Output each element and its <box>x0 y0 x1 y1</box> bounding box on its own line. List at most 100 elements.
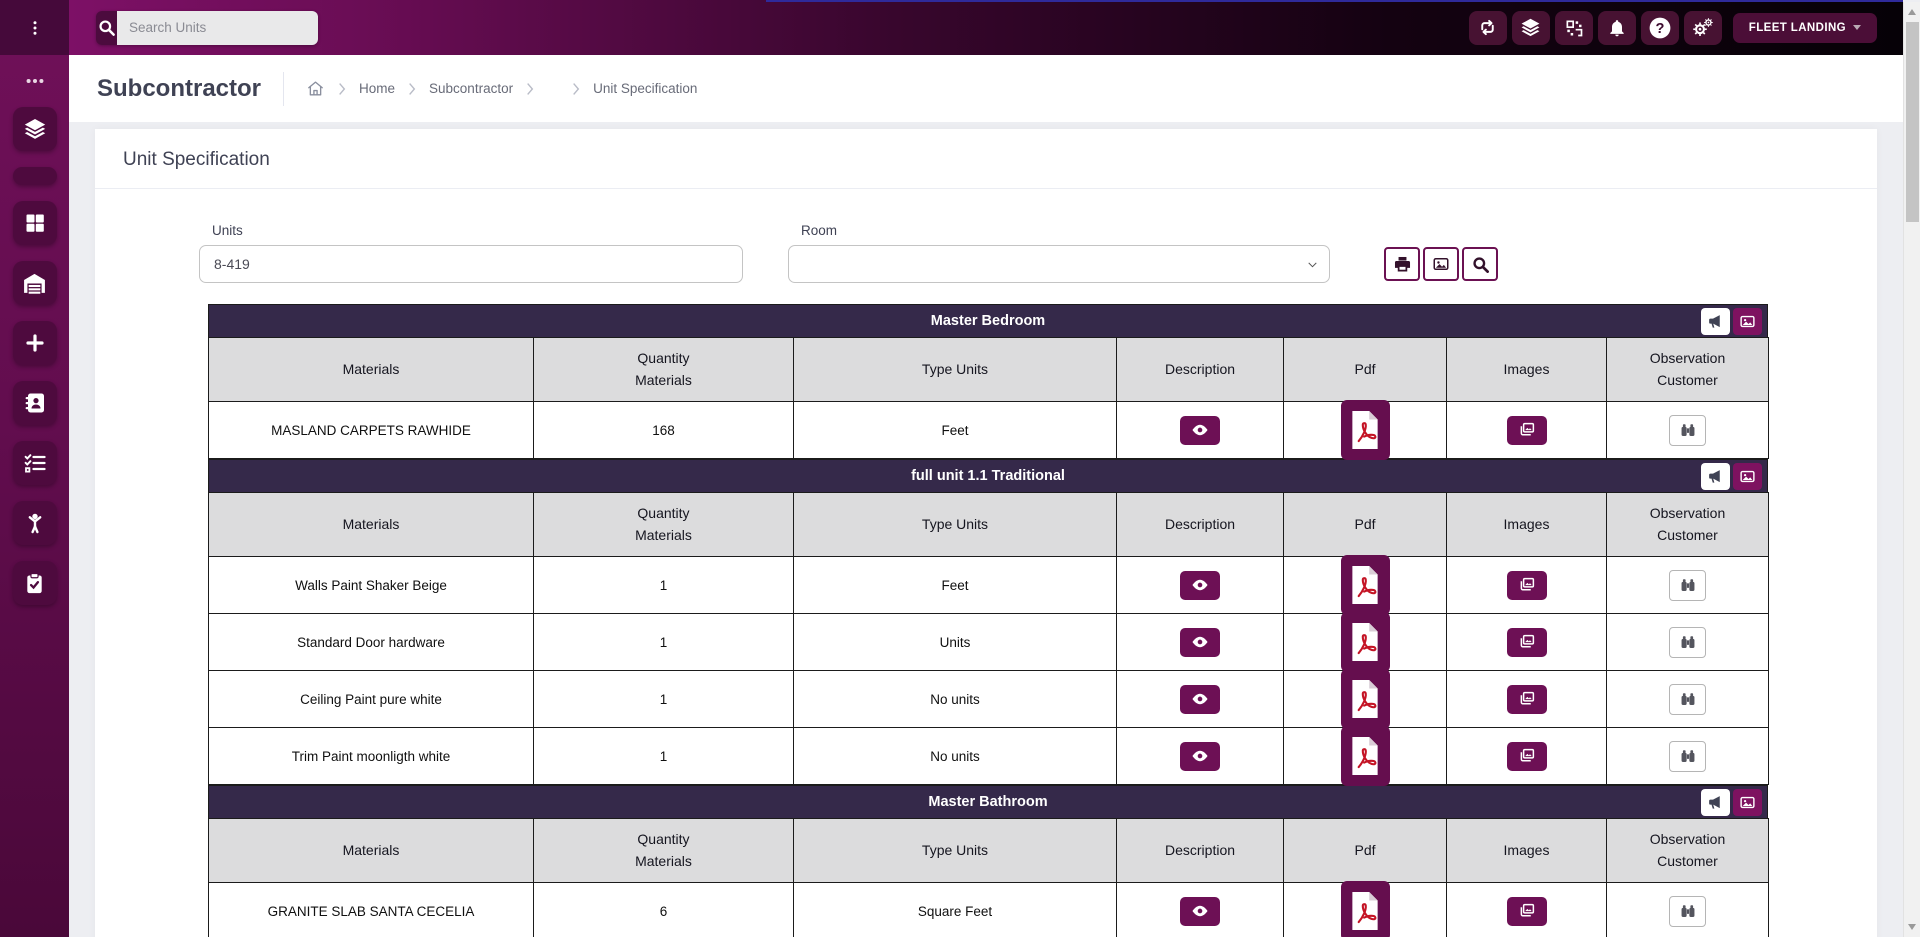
description-button[interactable] <box>1180 416 1220 445</box>
announce-button[interactable] <box>1701 789 1730 816</box>
images-button[interactable] <box>1507 742 1547 771</box>
col-pdf: Pdf <box>1284 493 1447 557</box>
sidebar-item-add[interactable] <box>13 321 57 365</box>
table-header-row: Materials Quantity Materials Type Units … <box>209 338 1769 402</box>
col-type-units: Type Units <box>794 338 1117 402</box>
scrollbar-thumb[interactable] <box>1906 22 1919 222</box>
observation-button[interactable] <box>1669 741 1706 772</box>
notifications-button[interactable] <box>1598 11 1636 45</box>
search-filter-button[interactable] <box>1462 247 1498 281</box>
sidebar-item-checklist[interactable] <box>13 441 57 485</box>
pdf-button[interactable] <box>1341 881 1390 937</box>
col-pdf: Pdf <box>1284 819 1447 883</box>
scrollbar-down-arrow[interactable] <box>1908 924 1916 930</box>
section-images-button[interactable] <box>1733 789 1762 816</box>
description-button[interactable] <box>1180 571 1220 600</box>
sidebar-item-tasks[interactable] <box>13 561 57 605</box>
cell-quantity: 1 <box>534 671 794 728</box>
cell-description <box>1117 728 1284 785</box>
description-button[interactable] <box>1180 628 1220 657</box>
images-button[interactable] <box>1507 685 1547 714</box>
images-button[interactable] <box>1507 897 1547 926</box>
settings-button[interactable] <box>1684 11 1722 45</box>
cell-description <box>1117 883 1284 937</box>
cell-images <box>1447 402 1607 459</box>
observation-button[interactable] <box>1669 684 1706 715</box>
help-button[interactable]: ? <box>1641 11 1679 45</box>
announce-button[interactable] <box>1701 308 1730 335</box>
cell-materials: Standard Door hardware <box>209 614 534 671</box>
unit-specification-card: Unit Specification Units Room <box>95 129 1877 937</box>
pdf-button[interactable] <box>1341 612 1390 672</box>
pdf-button[interactable] <box>1341 555 1390 615</box>
apps-grid-button[interactable] <box>1555 11 1593 45</box>
pdf-button[interactable] <box>1341 726 1390 786</box>
sidebar-item-customer[interactable] <box>13 501 57 545</box>
pdf-button[interactable] <box>1341 400 1390 460</box>
images-view-button[interactable] <box>1423 247 1459 281</box>
breadcrumb-chevron-icon <box>407 82 417 96</box>
sidebar-more-button[interactable] <box>24 69 46 93</box>
binoculars-icon <box>1679 633 1697 651</box>
eye-icon <box>1191 690 1209 708</box>
room-select[interactable] <box>788 245 1330 283</box>
room-section-title: full unit 1.1 Traditional <box>911 468 1065 484</box>
print-button[interactable] <box>1384 247 1420 281</box>
account-menu-button[interactable]: FLEET LANDING <box>1733 13 1877 43</box>
breadcrumb-subcontractor[interactable]: Subcontractor <box>429 81 513 96</box>
col-quantity-materials: Quantity Materials <box>534 338 794 402</box>
room-section-actions <box>1701 463 1762 490</box>
checklist-icon <box>23 451 47 475</box>
sidebar-item-collapsed[interactable] <box>13 167 57 185</box>
section-images-button[interactable] <box>1733 308 1762 335</box>
images-button[interactable] <box>1507 416 1547 445</box>
search-input[interactable] <box>117 11 318 45</box>
col-observation-customer: Observation Customer <box>1607 493 1769 557</box>
description-button[interactable] <box>1180 742 1220 771</box>
eye-icon <box>1191 902 1209 920</box>
sidebar-item-layers[interactable] <box>13 107 57 151</box>
image-icon <box>1739 468 1756 485</box>
home-icon[interactable] <box>306 79 325 98</box>
search-submit-button[interactable] <box>96 11 117 45</box>
room-section-header: Master Bathroom <box>208 785 1768 818</box>
binoculars-icon <box>1679 576 1697 594</box>
sidebar-item-contacts[interactable] <box>13 381 57 425</box>
observation-button[interactable] <box>1669 415 1706 446</box>
repeat-button[interactable] <box>1469 11 1507 45</box>
col-description: Description <box>1117 493 1284 557</box>
scrollbar-up-arrow[interactable] <box>1908 9 1916 15</box>
breadcrumb-chevron-icon <box>571 82 581 96</box>
sidebar-item-apps[interactable] <box>13 201 57 245</box>
pdf-file-icon <box>1350 410 1380 450</box>
main-content: Subcontractor Home Subcontractor <box>69 55 1903 937</box>
observation-button[interactable] <box>1669 896 1706 927</box>
description-button[interactable] <box>1180 897 1220 926</box>
binoculars-icon <box>1679 902 1697 920</box>
ellipsis-icon <box>24 70 46 92</box>
units-label: Units <box>212 223 743 238</box>
room-section-header: Master Bedroom <box>208 304 1768 337</box>
chevron-down-icon <box>1306 258 1319 271</box>
spec-table: Materials Quantity Materials Type Units … <box>208 492 1769 785</box>
images-button[interactable] <box>1507 628 1547 657</box>
images-button[interactable] <box>1507 571 1547 600</box>
sidebar-item-units[interactable] <box>13 261 57 305</box>
form-actions <box>1384 247 1498 281</box>
section-images-button[interactable] <box>1733 463 1762 490</box>
room-section-title: Master Bedroom <box>931 313 1045 329</box>
announce-button[interactable] <box>1701 463 1730 490</box>
breadcrumb-unit-specification[interactable]: Unit Specification <box>593 81 697 96</box>
sidebar-menu-toggle[interactable] <box>0 0 69 55</box>
units-input[interactable] <box>199 245 743 283</box>
observation-button[interactable] <box>1669 570 1706 601</box>
layers-button[interactable] <box>1512 11 1550 45</box>
breadcrumb-home[interactable]: Home <box>359 81 395 96</box>
pdf-button[interactable] <box>1341 669 1390 729</box>
col-images: Images <box>1447 819 1607 883</box>
description-button[interactable] <box>1180 685 1220 714</box>
observation-button[interactable] <box>1669 627 1706 658</box>
breadcrumb-chevron-icon <box>337 82 347 96</box>
col-observation-customer: Observation Customer <box>1607 819 1769 883</box>
table-row: MASLAND CARPETS RAWHIDE 168 Feet <box>209 402 1769 459</box>
